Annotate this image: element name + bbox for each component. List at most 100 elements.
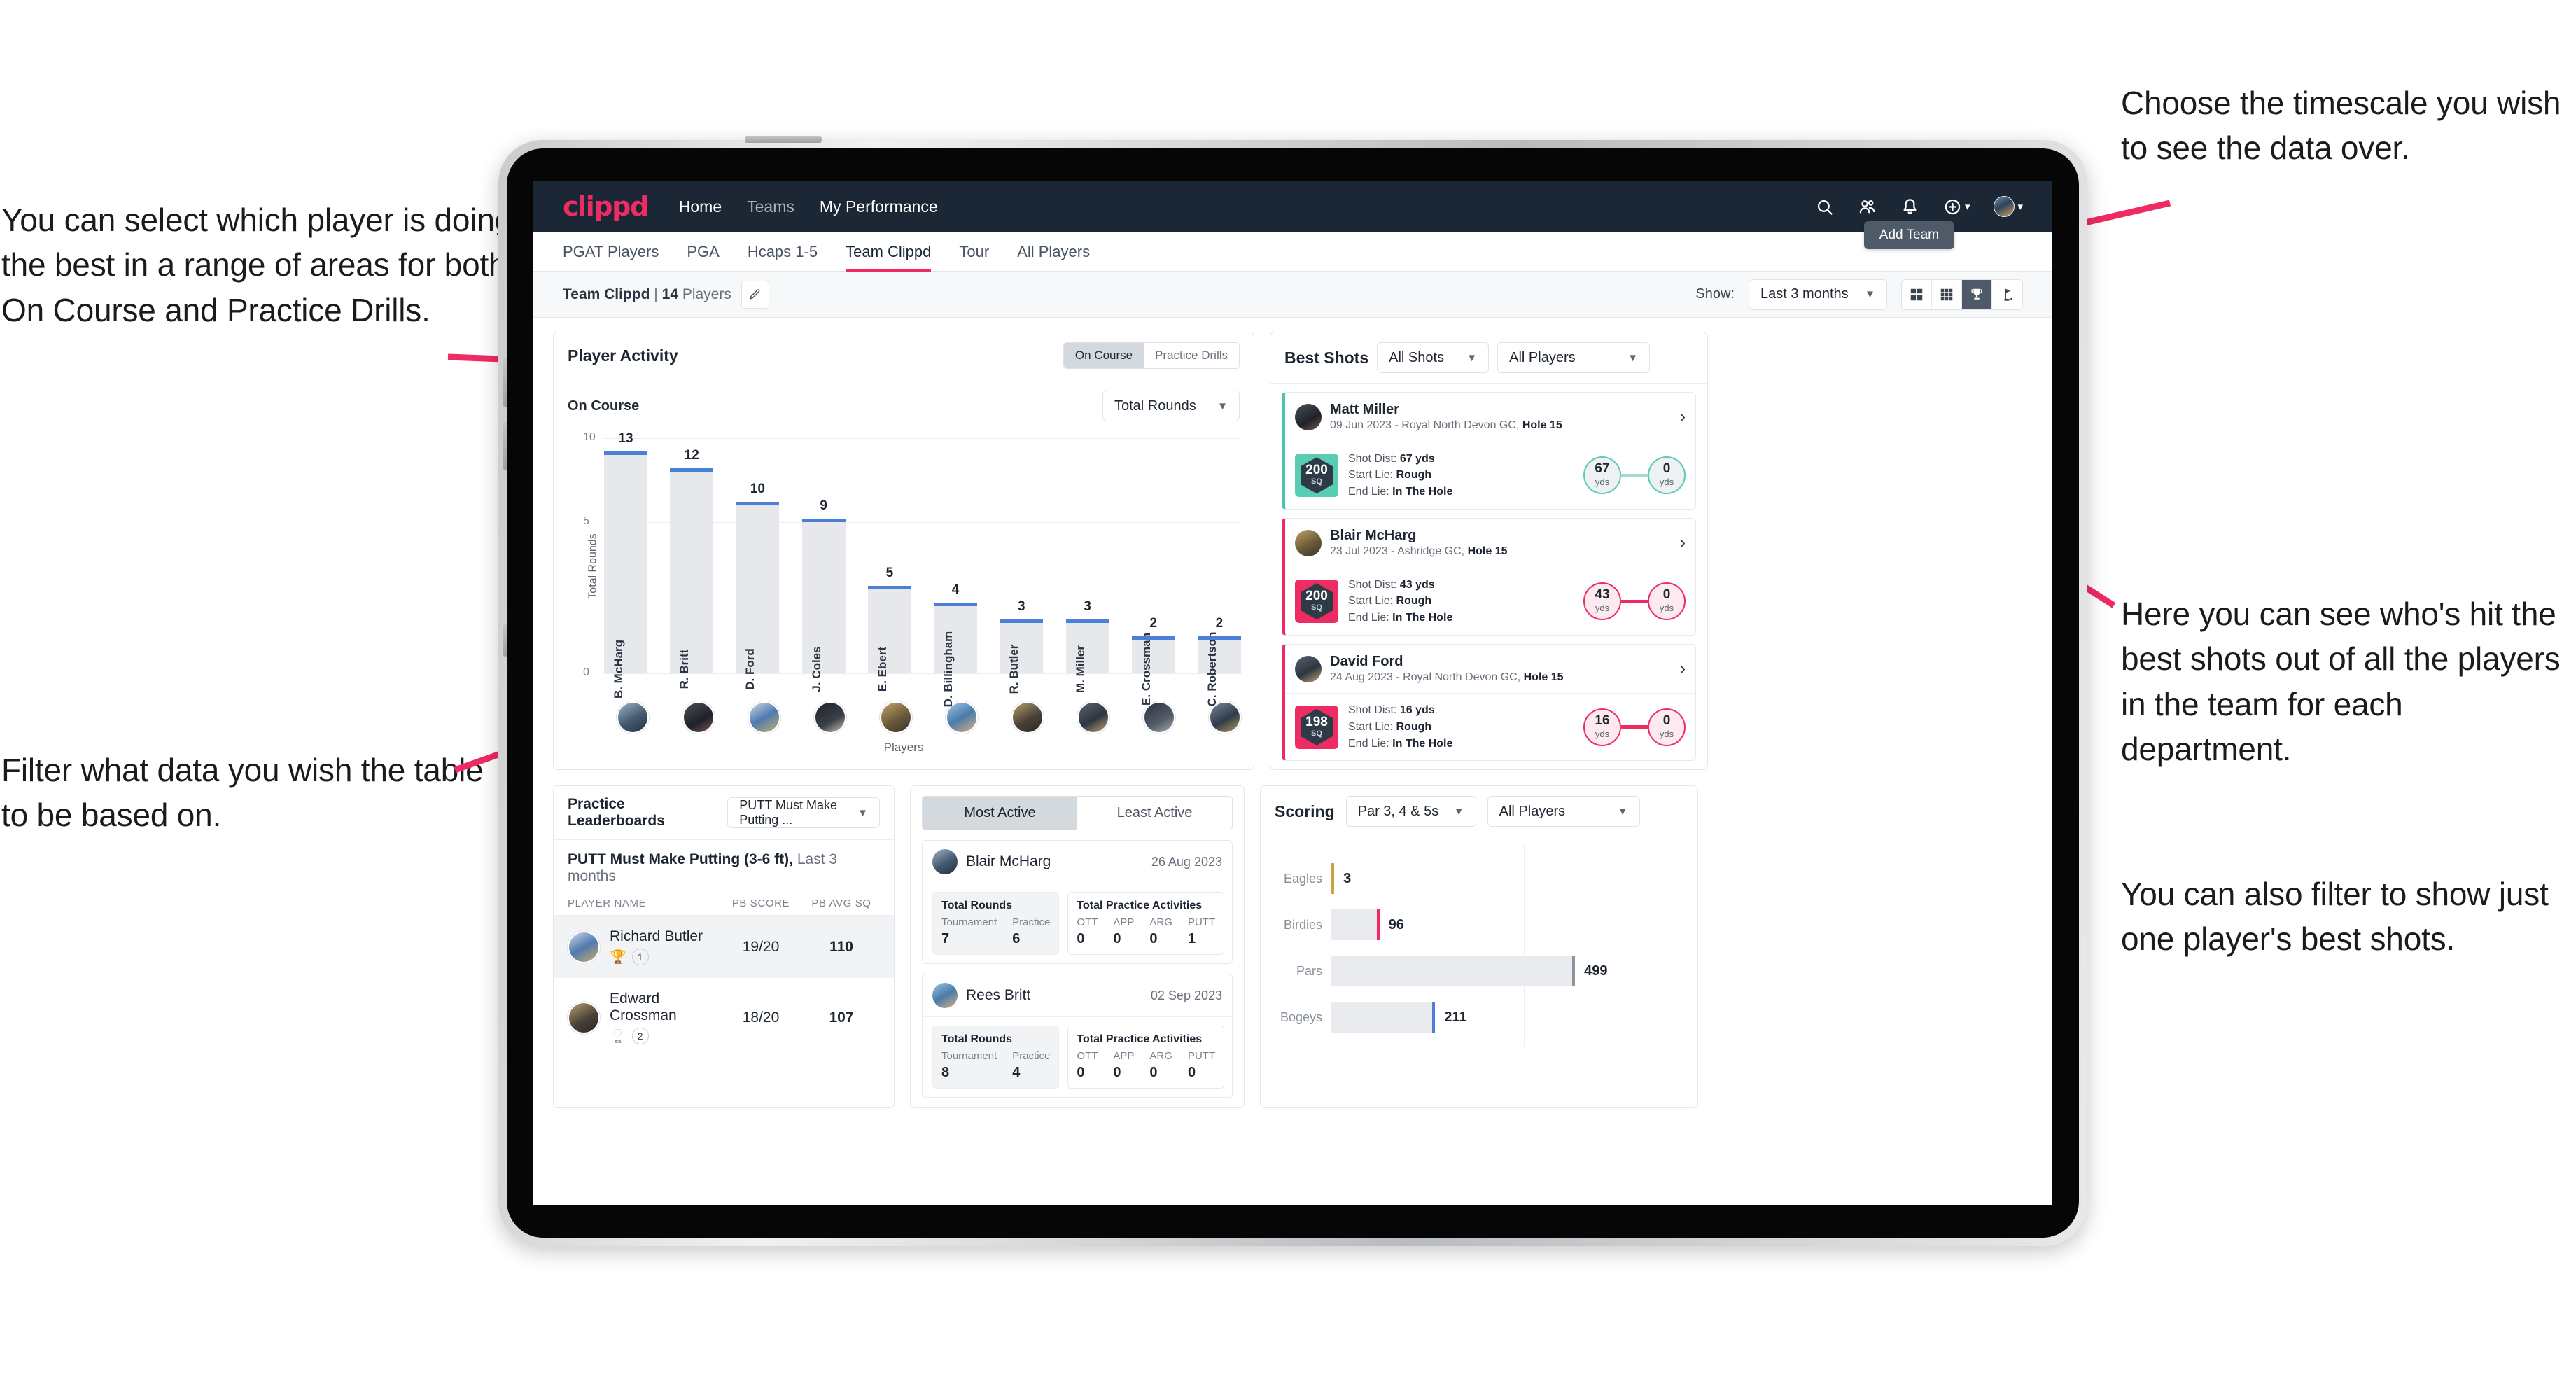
player-avatar[interactable]: [1077, 701, 1110, 734]
chevron-right-icon[interactable]: ›: [1680, 659, 1686, 679]
shot-end-unit: yds: [1659, 477, 1674, 488]
shot-end-distance: 0 yds: [1648, 708, 1686, 746]
par-filter[interactable]: Par 3, 4 & 5s ▼: [1345, 796, 1476, 827]
avatar: [568, 930, 600, 963]
tab-pga[interactable]: PGA: [687, 232, 719, 272]
player-avatar[interactable]: [880, 701, 912, 734]
scoring-player-filter[interactable]: All Players ▼: [1487, 796, 1640, 827]
activity-player-card[interactable]: Rees Britt 02 Sep 2023 Total Rounds Tournam…: [922, 974, 1233, 1098]
shot-dist-line: Shot Dist: 16 yds: [1348, 702, 1452, 719]
leaderboard-row[interactable]: Richard Butler 🏆 1 19/20 110: [554, 916, 894, 979]
start-lie-value: Rough: [1396, 595, 1432, 608]
chart-bar-column: 2 C. Robertson: [1197, 438, 1241, 706]
tab-all-players[interactable]: All Players: [1017, 232, 1090, 272]
player-avatar[interactable]: [1011, 701, 1044, 734]
chart-bar[interactable]: B. McHarg: [604, 451, 648, 699]
best-shot-card[interactable]: Blair McHarg 23 Jul 2023 - Ashridge GC, H…: [1282, 517, 1696, 636]
scoring-bar[interactable]: [1331, 955, 1576, 987]
add-team-button[interactable]: Add Team: [1863, 221, 1954, 249]
nav-link-my-performance[interactable]: My Performance: [820, 197, 938, 216]
leaderboard-pb-avg-sq: 107: [829, 1009, 854, 1026]
chart-bar[interactable]: R. Britt: [670, 468, 714, 689]
activity-card-body: Total Rounds Tournament 8 Practice 4 Total Pr…: [923, 1017, 1232, 1097]
drill-select-value: PUTT Must Make Putting ...: [739, 798, 837, 827]
avatar[interactable]: [1994, 196, 2015, 217]
people-icon[interactable]: [1858, 197, 1877, 216]
player-avatar[interactable]: [814, 701, 846, 734]
player-avatar[interactable]: [617, 701, 649, 734]
metric-select[interactable]: Total Rounds ▼: [1102, 391, 1240, 421]
tab-hcaps-1-5[interactable]: Hcaps 1-5: [748, 232, 818, 272]
tab-tour[interactable]: Tour: [959, 232, 989, 272]
chevron-right-icon[interactable]: ›: [1680, 407, 1686, 427]
search-icon[interactable]: [1815, 197, 1834, 216]
tab-pgat-players[interactable]: PGAT Players: [563, 232, 659, 272]
view-golf-flag-button[interactable]: [1992, 280, 2022, 309]
shot-dist-line: Shot Dist: 67 yds: [1348, 451, 1452, 468]
end-lie-label: End Lie:: [1348, 486, 1390, 498]
segment-on-course[interactable]: On Course: [1063, 343, 1144, 368]
chart-bar[interactable]: C. Robertson: [1197, 632, 1241, 706]
chevron-down-icon: ▼: [1617, 805, 1628, 818]
best-shot-identity: Blair McHarg 23 Jul 2023 - Ashridge GC, H…: [1330, 527, 1508, 559]
drill-select[interactable]: PUTT Must Make Putting ... ▼: [727, 797, 880, 829]
chevron-down-icon: ▾: [1964, 201, 1970, 213]
player-avatar[interactable]: [682, 701, 715, 734]
best-shot-card[interactable]: Matt Miller 09 Jun 2023 - Royal North Dev…: [1282, 392, 1696, 510]
column-pb-avg-sq: PB AVG SQ: [811, 897, 872, 910]
shot-start-value: 67: [1595, 461, 1610, 477]
segment-practice-drills[interactable]: Practice Drills: [1144, 343, 1239, 368]
chart-bar-label: E. Ebert: [875, 646, 889, 692]
best-shot-hole: Hole 15: [1467, 545, 1508, 557]
nav-link-teams[interactable]: Teams: [747, 197, 794, 216]
chart-bar[interactable]: E. Crossman: [1131, 633, 1175, 706]
player-activity-sublabel: On Course: [568, 398, 640, 414]
player-avatar[interactable]: [748, 701, 780, 734]
team-name: Team Clippd: [563, 286, 650, 302]
add-menu[interactable]: ▾: [1943, 197, 1970, 216]
stat-key: Tournament: [941, 1050, 997, 1063]
chart-bar[interactable]: D. Ford: [736, 502, 780, 690]
plus-circle-icon[interactable]: [1943, 197, 1962, 216]
scoring-bar[interactable]: [1331, 863, 1335, 895]
player-activity-chart: Total Rounds 10 5 0 13 B. McHarg 12 R. Brit…: [554, 431, 1254, 707]
chart-bar[interactable]: R. Butler: [1000, 620, 1044, 694]
show-label: Show:: [1695, 286, 1735, 302]
edit-team-button[interactable]: [741, 280, 769, 309]
chart-bar[interactable]: E. Ebert: [867, 586, 911, 692]
chart-bar[interactable]: J. Coles: [802, 519, 846, 692]
scoring-bar[interactable]: [1331, 909, 1380, 941]
scoring-bar[interactable]: [1331, 1002, 1436, 1033]
nav-link-home[interactable]: Home: [679, 197, 722, 216]
player-avatar[interactable]: [1143, 701, 1175, 734]
stat-key: OTT: [1077, 916, 1098, 929]
view-grid-2x2-button[interactable]: [1902, 279, 1932, 309]
best-shots-player-filter[interactable]: All Players ▼: [1497, 342, 1651, 373]
app-screen: clippd Home Teams My Performance ▾ ▾ PGA…: [533, 181, 2052, 1205]
chart-bar[interactable]: M. Miller: [1065, 620, 1110, 693]
best-shot-body: 200 SQ Shot Dist: 43 yds Start Lie: Rough En…: [1285, 568, 1695, 635]
leaderboard-player-name: Edward Crossman: [610, 990, 677, 1024]
view-grid-3x3-button[interactable]: [1932, 279, 1962, 309]
timescale-select[interactable]: Last 3 months ▼: [1749, 279, 1887, 310]
tab-most-active[interactable]: Most Active: [923, 797, 1077, 830]
best-shot-card[interactable]: David Ford 24 Aug 2023 - Royal North Devo…: [1282, 643, 1696, 762]
tab-team-clippd[interactable]: Team Clippd: [846, 232, 932, 272]
view-trophy-button[interactable]: [1962, 279, 1992, 309]
shot-start-value: 16: [1595, 713, 1610, 728]
clippd-logo[interactable]: clippd: [563, 191, 649, 222]
chevron-right-icon[interactable]: ›: [1680, 533, 1686, 553]
best-shots-shot-filter[interactable]: All Shots ▼: [1377, 342, 1490, 373]
chart-bar-column: 10 D. Ford: [736, 438, 780, 690]
activity-player-card[interactable]: Blair McHarg 26 Aug 2023 Total Rounds Tourn…: [922, 840, 1233, 965]
chart-bar[interactable]: D. Billingham: [934, 603, 978, 707]
leaderboard-row[interactable]: Edward Crossman 🏆 2 18/20 107: [554, 978, 894, 1057]
profile-menu[interactable]: ▾: [1994, 196, 2023, 217]
dashboard-row-bottom: Practice Leaderboards PUTT Must Make Put…: [553, 785, 2033, 1109]
scoring-header: Scoring Par 3, 4 & 5s ▼ All Players ▼: [1261, 786, 1698, 838]
tab-least-active[interactable]: Least Active: [1077, 797, 1232, 830]
volume-down-button: [503, 421, 507, 470]
bell-icon[interactable]: [1900, 197, 1919, 216]
stat-value: 1: [1187, 931, 1196, 947]
start-lie-label: Start Lie:: [1348, 721, 1394, 734]
